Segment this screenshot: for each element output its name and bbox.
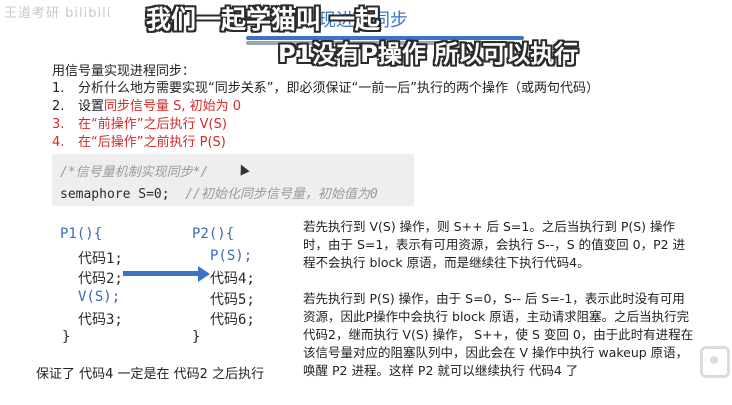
- p2-line-4: 代码6;: [210, 312, 255, 328]
- subtitle-caption-2: P1没有P操作 所以可以执行: [278, 40, 579, 68]
- step-text: 在“后操作”之前执行 P(S): [78, 135, 226, 150]
- step-number: 4.: [52, 135, 65, 150]
- sync-arrow-icon: [198, 266, 210, 282]
- p2-line-3: 代码5;: [210, 292, 255, 308]
- p1-line-2: 代码2;: [78, 271, 123, 287]
- p1-header: P1(){: [60, 226, 103, 242]
- step-3: 3. 在“前操作”之后执行 V(S): [52, 113, 227, 132]
- code-line-comment: //初始化同步信号量，初始值为0: [185, 187, 378, 202]
- step-1: 1. 分析什么地方需要实现“同步关系”，即必须保证“一前一后”执行的两个操作（或两…: [52, 77, 599, 96]
- step-text-prefix: 设置: [78, 99, 105, 114]
- p2-line-2: 代码4;: [210, 271, 255, 287]
- p1-line-3: V(S);: [78, 289, 121, 305]
- subtitle-caption-1: 我们一起学猫叫 一起: [146, 5, 380, 34]
- p1-close: }: [62, 329, 71, 345]
- p2-line-1: P(S);: [210, 248, 253, 264]
- p1-line-4: 代码3;: [78, 312, 123, 328]
- watermark: 王道考研 bilibili: [4, 6, 112, 21]
- step-text-highlight: 同步信号量 S, 初始为 0: [104, 99, 242, 114]
- step-number: 3.: [52, 117, 65, 132]
- guarantee-note: 保证了 代码4 一定是在 代码2 之后执行: [36, 367, 265, 382]
- step-number: 2.: [52, 99, 65, 114]
- p2-close: }: [192, 329, 201, 345]
- code-statement: semaphore S=0;: [60, 187, 170, 202]
- logo-dot: [710, 356, 718, 364]
- p1-line-1: 代码1;: [78, 251, 123, 267]
- sync-arrow-shaft: [123, 271, 201, 276]
- explanation-1: 若先执行到 V(S) 操作，则 S++ 后 S=1。之后当执行到 P(S) 操作…: [303, 219, 686, 270]
- code-declaration: semaphore S=0; //初始化同步信号量，初始值为0: [60, 183, 378, 202]
- step-4: 4. 在“后操作”之前执行 P(S): [52, 131, 226, 150]
- code-comment: /*信号量机制实现同步*/: [60, 165, 209, 180]
- p2-header: P2(){: [192, 226, 235, 242]
- step-text: 在“前操作”之后执行 V(S): [78, 117, 227, 132]
- step-number: 1.: [52, 81, 65, 96]
- step-2: 2. 设置同步信号量 S, 初始为 0: [52, 95, 241, 114]
- explanation-2: 若先执行到 P(S) 操作，由于 S=0，S-- 后 S=-1，表示此时没有可用…: [303, 291, 694, 378]
- step-text: 分析什么地方需要实现“同步关系”，即必须保证“一前一后”执行的两个操作（或两句代…: [78, 81, 599, 96]
